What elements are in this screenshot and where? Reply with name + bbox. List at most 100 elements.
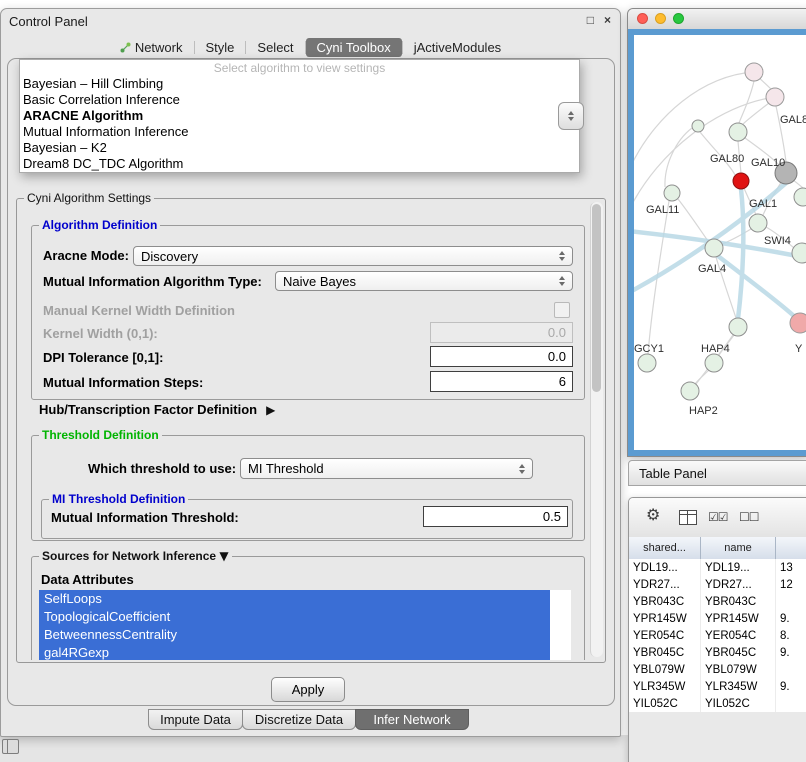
kernel-width-label: Kernel Width (0,1): [43, 326, 158, 341]
threshold-definition-title: Threshold Definition [39, 428, 162, 442]
table-row[interactable]: YPR145W YPR145W 9. [629, 610, 806, 627]
which-threshold-value: MI Threshold [248, 461, 324, 476]
algorithm-option[interactable]: Bayesian – K2 [20, 140, 579, 156]
algorithm-option[interactable]: Dream8 DC_TDC Algorithm [20, 156, 579, 172]
aracne-mode-select[interactable]: Discovery [133, 246, 573, 266]
table-row[interactable]: YBR043C YBR043C [629, 593, 806, 610]
tab-network[interactable]: Network [109, 38, 194, 57]
algorithm-option-selected[interactable]: ARACNE Algorithm [20, 108, 579, 124]
table-row[interactable]: YER054C YER054C 8. [629, 627, 806, 644]
table-row[interactable]: YDR27... YDR27... 12 [629, 576, 806, 593]
algorithm-combobox[interactable] [558, 102, 584, 130]
attribute-item-selected[interactable]: SelfLoops [39, 590, 550, 608]
dropdown-placeholder: Select algorithm to view settings [20, 61, 579, 76]
column-header-extra[interactable] [776, 537, 806, 559]
attribute-item-selected[interactable]: BetweennessCentrality [39, 626, 550, 644]
tab-label: Select [257, 40, 293, 55]
tab-discretize-data[interactable]: Discretize Data [242, 709, 356, 730]
algorithm-option[interactable]: Basic Correlation Inference [20, 92, 579, 108]
which-threshold-select[interactable]: MI Threshold [240, 458, 533, 479]
svg-text:HAP4: HAP4 [701, 343, 730, 355]
node-pink[interactable] [790, 313, 806, 333]
network-window-titlebar[interactable] [628, 9, 806, 30]
svg-text:GCY1: GCY1 [634, 343, 664, 355]
table-panel-header: Table Panel [628, 460, 806, 486]
data-attributes-label: Data Attributes [41, 572, 134, 587]
svg-text:GAL10: GAL10 [751, 157, 785, 169]
dpi-tolerance-input[interactable]: 0.0 [430, 346, 573, 367]
svg-text:GAL11: GAL11 [646, 204, 679, 216]
show-columns-icon[interactable] [679, 510, 697, 525]
spinner-down-icon [568, 117, 574, 121]
kernel-width-input[interactable]: 0.0 [430, 322, 573, 343]
svg-text:GAL80: GAL80 [710, 153, 744, 165]
hub-definition-toggle[interactable]: Hub/Transcription Factor Definition ▶ [39, 402, 275, 417]
close-traffic-light[interactable] [637, 13, 648, 24]
table-row[interactable]: YBL079W YBL079W [629, 661, 806, 678]
attribute-item-selected[interactable]: TopologicalCoefficient [39, 608, 550, 626]
tab-label: jActiveModules [414, 40, 501, 55]
restore-panel-icon[interactable] [2, 739, 19, 754]
data-attributes-list[interactable]: SelfLoops TopologicalCoefficient Between… [39, 590, 571, 660]
combo-arrows-icon [559, 251, 565, 261]
float-window-button[interactable]: □ [587, 13, 594, 27]
desktop: Control Panel □ × Network Style Select [0, 0, 806, 762]
table-panel-title: Table Panel [639, 466, 707, 481]
apply-button[interactable]: Apply [271, 677, 345, 702]
cyni-toolbox-panel: Select algorithm to view settings Bayesi… [7, 58, 615, 706]
column-header-name[interactable]: name [701, 537, 776, 559]
table-row[interactable]: YLR345W YLR345W 9. [629, 678, 806, 695]
mi-steps-input[interactable]: 6 [430, 371, 573, 392]
table-row[interactable]: YDL19... YDL19... 13 [629, 559, 806, 576]
select-all-columns-icon[interactable]: ☑☑ [708, 510, 728, 524]
network-icon [120, 42, 131, 53]
tab-label: Style [206, 40, 235, 55]
algorithm-dropdown-popup: Select algorithm to view settings Bayesi… [19, 59, 580, 173]
settings-scrollbar[interactable] [590, 202, 603, 657]
mi-threshold-input[interactable]: 0.5 [423, 506, 568, 527]
node-labels: GAL8 GAL80 GAL10 GAL11 GAL1 SWI4 GAL4 GC… [634, 114, 806, 417]
expand-arrow-icon[interactable]: ▶ [266, 403, 275, 417]
column-header-shared-name[interactable]: shared... [629, 537, 701, 559]
control-panel-tabs: Network Style Select Cyni Toolbox jActiv… [1, 36, 620, 58]
zoom-traffic-light[interactable] [673, 13, 684, 24]
tab-jactivemodules[interactable]: jActiveModules [403, 38, 512, 57]
svg-text:GAL4: GAL4 [698, 263, 726, 275]
close-window-button[interactable]: × [604, 13, 611, 27]
svg-text:SWI4: SWI4 [764, 235, 791, 247]
tab-select[interactable]: Select [246, 38, 304, 57]
scrollbar-thumb[interactable] [592, 204, 601, 392]
settings-scroll-viewport: Algorithm Definition Aracne Mode: Discov… [17, 199, 603, 660]
control-panel-window: Control Panel □ × Network Style Select [0, 8, 621, 737]
algorithm-option[interactable]: Mutual Information Inference [20, 124, 579, 140]
node-gal10-selected[interactable] [733, 173, 749, 189]
which-threshold-label: Which threshold to use: [88, 461, 236, 476]
deselect-all-columns-icon[interactable]: ☐☐ [739, 510, 759, 524]
network-canvas[interactable]: GAL8 GAL80 GAL10 GAL11 GAL1 SWI4 GAL4 GC… [634, 35, 806, 450]
gear-icon[interactable]: ⚙ [646, 505, 660, 524]
collapse-arrow-icon[interactable]: ▼ [219, 549, 228, 563]
algorithm-definition-title: Algorithm Definition [39, 218, 160, 232]
network-focus-frame: GAL8 GAL80 GAL10 GAL11 GAL1 SWI4 GAL4 GC… [628, 29, 806, 456]
table-panel-window: ⚙ ☑☑ ☐☐ shared... name YDL19... YDL19...… [628, 497, 806, 762]
minimize-traffic-light[interactable] [655, 13, 666, 24]
tab-style[interactable]: Style [195, 38, 246, 57]
table-row[interactable]: YBR045C YBR045C 9. [629, 644, 806, 661]
aracne-mode-value: Discovery [141, 249, 198, 264]
network-edges-thin [634, 72, 803, 384]
tab-impute-data[interactable]: Impute Data [148, 709, 243, 730]
network-nodes-pink-pale[interactable] [745, 63, 784, 106]
attribute-item-selected[interactable]: gal4RGexp [39, 644, 550, 660]
algorithm-option[interactable]: Bayesian – Hill Climbing [20, 76, 579, 92]
network-view-window: GAL8 GAL80 GAL10 GAL11 GAL1 SWI4 GAL4 GC… [627, 8, 806, 457]
spinner-up-icon [568, 111, 574, 115]
cyni-algorithm-settings-group: Cyni Algorithm Settings Algorithm Defini… [16, 198, 606, 663]
tab-infer-network[interactable]: Infer Network [355, 709, 469, 730]
table-row[interactable]: YIL052C YIL052C [629, 695, 806, 712]
mi-threshold-label: Mutual Information Threshold: [51, 510, 239, 525]
tab-cyni-toolbox[interactable]: Cyni Toolbox [306, 38, 402, 57]
table-toolbar: ⚙ ☑☑ ☐☐ [629, 498, 806, 538]
manual-kernel-checkbox[interactable] [554, 302, 570, 318]
network-graph: GAL8 GAL80 GAL10 GAL11 GAL1 SWI4 GAL4 GC… [634, 35, 806, 450]
mi-type-select[interactable]: Naive Bayes [275, 271, 573, 291]
